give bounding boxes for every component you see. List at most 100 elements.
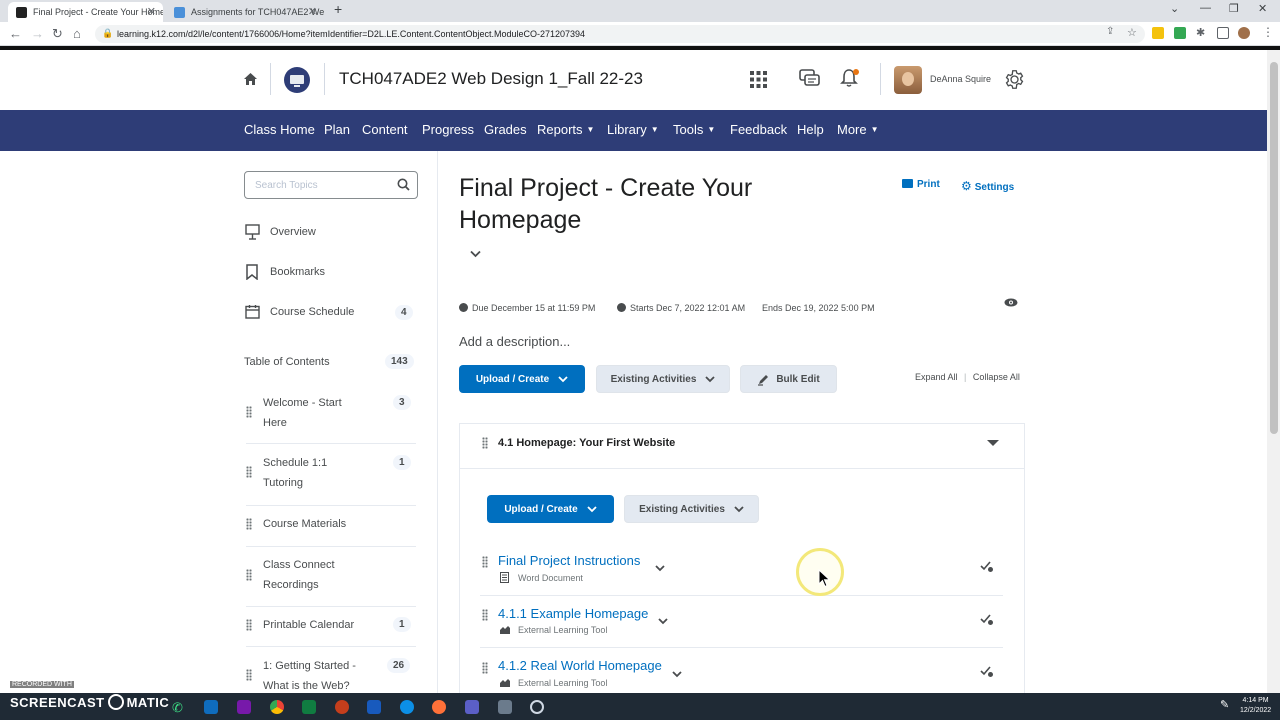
close-window-icon[interactable]: ✕ [1258,2,1267,15]
phone-app-icon[interactable]: ✆ [172,700,186,715]
nav-more[interactable]: More ▼ [837,122,879,137]
notifications-bell-icon[interactable] [839,67,861,89]
extension-green-icon[interactable] [1174,27,1186,39]
url-field[interactable]: 🔒 learning.k12.com/d2l/le/content/176600… [95,25,1145,43]
settings-gear-icon[interactable] [1004,69,1025,90]
topic-link-example-homepage[interactable]: 4.1.1 Example Homepage [498,606,648,621]
toc-item-getting-started[interactable]: 1: Getting Started - What is the Web? 26 [246,647,416,697]
nav-class-home[interactable]: Class Home [244,122,315,137]
chevron-down-icon[interactable] [658,618,668,625]
settings-button[interactable]: ⚙ Settings [961,179,1014,193]
home-icon[interactable] [243,72,258,86]
drag-handle-icon[interactable] [246,619,252,631]
browser-menu-icon[interactable]: ⋮ [1262,25,1274,39]
reload-icon[interactable]: ↻ [52,26,63,42]
back-icon[interactable]: ← [9,26,22,41]
expand-all-link[interactable]: Expand All [915,372,958,382]
browser-tab-assignments[interactable]: Assignments for TCH047AE2 We ✕ [166,2,324,22]
drag-handle-icon[interactable] [482,609,488,621]
drag-handle-icon[interactable] [246,406,252,418]
onenote-icon[interactable] [237,700,251,714]
print-button[interactable]: Print [902,179,940,190]
pen-icon[interactable]: ✎ [1220,698,1234,712]
messages-icon[interactable] [799,69,821,89]
calculator-icon[interactable] [498,700,512,714]
topic-link-real-world-homepage[interactable]: 4.1.2 Real World Homepage [498,658,662,673]
screen-recorder-icon[interactable] [530,700,544,714]
bookmark-star-icon[interactable]: ☆ [1127,26,1139,39]
upload-create-button[interactable]: Upload / Create [459,365,585,393]
nav-reports[interactable]: Reports ▼ [537,122,594,137]
chevron-down-icon[interactable] [672,671,682,678]
sidebar-course-schedule[interactable]: Course Schedule [270,306,354,318]
side-panel-icon[interactable] [1217,27,1229,39]
nav-help[interactable]: Help [797,122,824,137]
drag-handle-icon[interactable] [246,669,252,681]
share-icon[interactable]: ⇪ [1106,26,1118,38]
outlook-icon[interactable] [204,700,218,714]
toc-item-printable-calendar[interactable]: Printable Calendar 1 [246,607,416,647]
nav-library[interactable]: Library ▼ [607,122,659,137]
completion-check-icon[interactable] [980,666,994,678]
page-scrollbar-thumb[interactable] [1270,62,1278,434]
search-icon[interactable] [397,178,410,191]
user-avatar[interactable] [894,66,922,94]
module-title[interactable]: 4.1 Homepage: Your First Website [498,437,675,449]
profile-avatar-icon[interactable] [1238,27,1250,39]
bulk-edit-button[interactable]: Bulk Edit [740,365,837,393]
tab-search-icon[interactable]: ⌄ [1170,2,1179,15]
module-upload-create-button[interactable]: Upload / Create [487,495,614,523]
course-title[interactable]: TCH047ADE2 Web Design 1_Fall 22-23 [339,69,643,89]
drag-handle-icon[interactable] [246,569,252,581]
completion-check-icon[interactable] [980,561,994,573]
course-image-icon[interactable] [283,66,311,94]
nav-content[interactable]: Content [362,122,408,137]
chrome-icon[interactable] [270,700,284,714]
nav-plan[interactable]: Plan [324,122,350,137]
drag-handle-icon[interactable] [246,518,252,530]
user-name[interactable]: DeAnna Squire [930,74,991,84]
sidebar-overview[interactable]: Overview [270,226,316,238]
word-icon[interactable] [367,700,381,714]
maximize-icon[interactable]: ❐ [1229,2,1239,15]
toc-item-course-materials[interactable]: Course Materials [246,506,416,547]
taskbar-clock[interactable]: 4:14 PM 12/2/2022 [1240,696,1271,716]
powerpoint-icon[interactable] [335,700,349,714]
close-tab-icon[interactable]: ✕ [147,5,156,18]
edge-icon[interactable] [400,700,414,714]
sidebar-table-of-contents[interactable]: Table of Contents [244,356,330,368]
drag-handle-icon[interactable] [482,556,488,568]
browser-tab-active[interactable]: Final Project - Create Your Home ✕ [8,2,163,22]
existing-activities-button[interactable]: Existing Activities [596,365,730,393]
extension-plus-icon[interactable] [1152,27,1164,39]
chevron-down-icon[interactable] [655,565,665,572]
close-tab-icon[interactable]: ✕ [308,5,317,18]
nav-grades[interactable]: Grades [484,122,527,137]
new-tab-icon[interactable]: + [334,1,342,17]
nav-feedback[interactable]: Feedback [730,122,787,137]
home-icon[interactable]: ⌂ [73,26,81,41]
sidebar-bookmarks[interactable]: Bookmarks [270,266,325,278]
toc-item-class-connect[interactable]: Class Connect Recordings [246,547,416,607]
caret-down-icon[interactable] [986,439,1000,447]
teams-icon[interactable] [465,700,479,714]
minimize-icon[interactable]: — [1200,2,1211,14]
completion-check-icon[interactable] [980,614,994,626]
collapse-all-link[interactable]: Collapse All [973,372,1020,382]
extensions-puzzle-icon[interactable]: ✱ [1196,26,1208,39]
forward-icon[interactable]: → [31,26,44,41]
drag-handle-icon[interactable] [482,662,488,674]
nav-progress[interactable]: Progress [422,122,474,137]
topic-link-final-project-instructions[interactable]: Final Project Instructions [498,553,640,568]
waffle-menu-icon[interactable] [749,70,768,89]
drag-handle-icon[interactable] [482,437,488,449]
search-topics-input[interactable]: Search Topics [244,171,418,199]
module-existing-activities-button[interactable]: Existing Activities [624,495,759,523]
toc-item-tutoring[interactable]: Schedule 1:1 Tutoring 1 [246,444,416,506]
chevron-down-icon[interactable] [470,250,481,258]
drag-handle-icon[interactable] [246,466,252,478]
add-description-field[interactable]: Add a description... [459,334,570,349]
nav-tools[interactable]: Tools ▼ [673,122,715,137]
excel-icon[interactable] [302,700,316,714]
toc-item-welcome[interactable]: Welcome - Start Here 3 [246,385,416,444]
